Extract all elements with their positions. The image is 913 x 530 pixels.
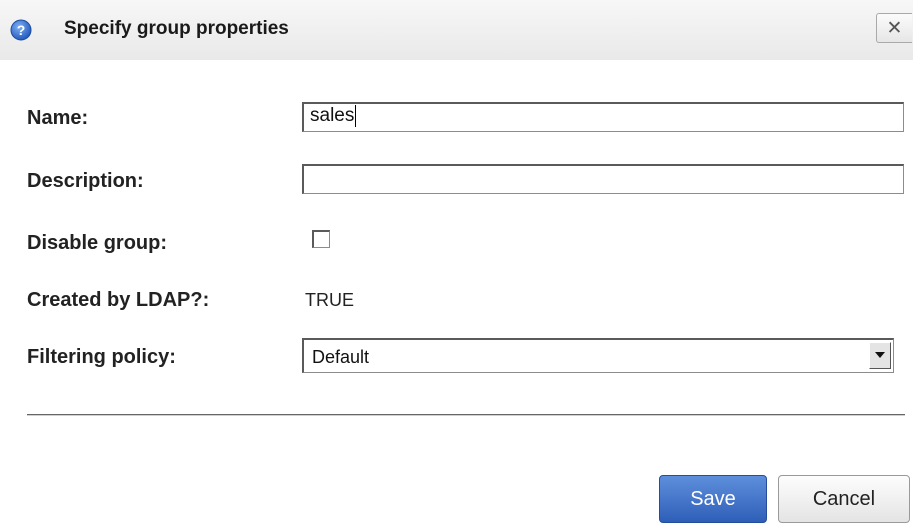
help-icon[interactable]: ? <box>10 19 32 41</box>
dialog-title: Specify group properties <box>64 18 289 39</box>
divider <box>27 414 905 416</box>
name-input[interactable]: sales <box>302 102 904 132</box>
ldap-value: TRUE <box>305 290 354 310</box>
filtering-policy-select[interactable]: Default <box>302 338 894 373</box>
save-button[interactable]: Save <box>659 475 767 523</box>
ldap-label: Created by LDAP?: <box>27 289 210 311</box>
dialog-titlebar: ? Specify group properties ✕ <box>0 0 913 60</box>
cancel-button[interactable]: Cancel <box>778 475 910 523</box>
name-input-value: sales <box>310 105 355 127</box>
disable-group-label: Disable group: <box>27 232 168 254</box>
dropdown-arrow-icon[interactable] <box>869 342 891 369</box>
filtering-policy-value: Default <box>312 347 370 367</box>
close-icon: ✕ <box>886 17 903 39</box>
filtering-policy-label: Filtering policy: <box>27 346 176 368</box>
disable-group-checkbox[interactable] <box>312 230 330 248</box>
description-label: Description: <box>27 170 144 192</box>
svg-text:?: ? <box>17 22 26 38</box>
text-caret <box>355 105 357 127</box>
close-button[interactable]: ✕ <box>876 13 912 43</box>
name-label: Name: <box>27 107 89 129</box>
description-input[interactable] <box>302 164 904 194</box>
